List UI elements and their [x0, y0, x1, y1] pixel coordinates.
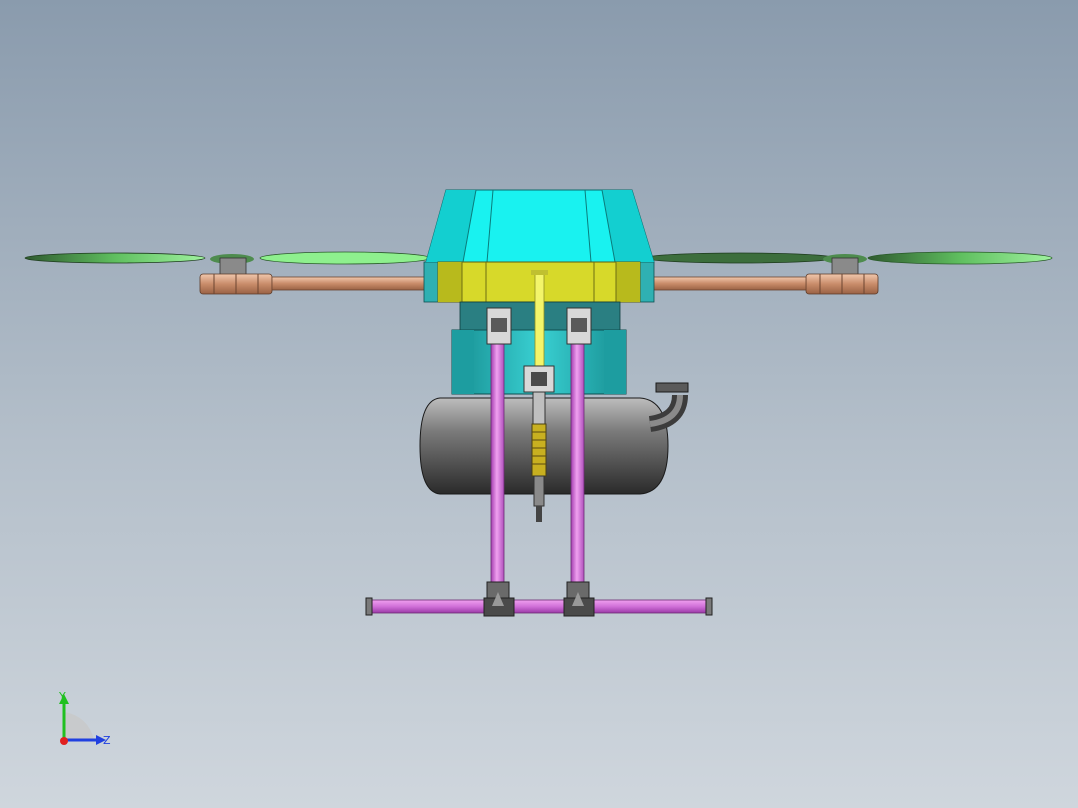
z-axis-label: Z	[103, 734, 111, 747]
arm-left	[271, 276, 439, 291]
cad-viewport[interactable]: Y Z	[0, 0, 1078, 808]
drone-model-view[interactable]: Y Z	[0, 0, 1078, 808]
x-axis-dot	[60, 737, 68, 745]
body-canopy	[425, 189, 655, 263]
motor-hub-left	[199, 257, 273, 295]
fuel-tank	[419, 382, 689, 495]
arm-right	[639, 276, 807, 291]
orientation-triad: Y Z	[58, 690, 111, 747]
y-axis-label: Y	[58, 690, 66, 703]
motor-hub-right	[805, 257, 879, 295]
